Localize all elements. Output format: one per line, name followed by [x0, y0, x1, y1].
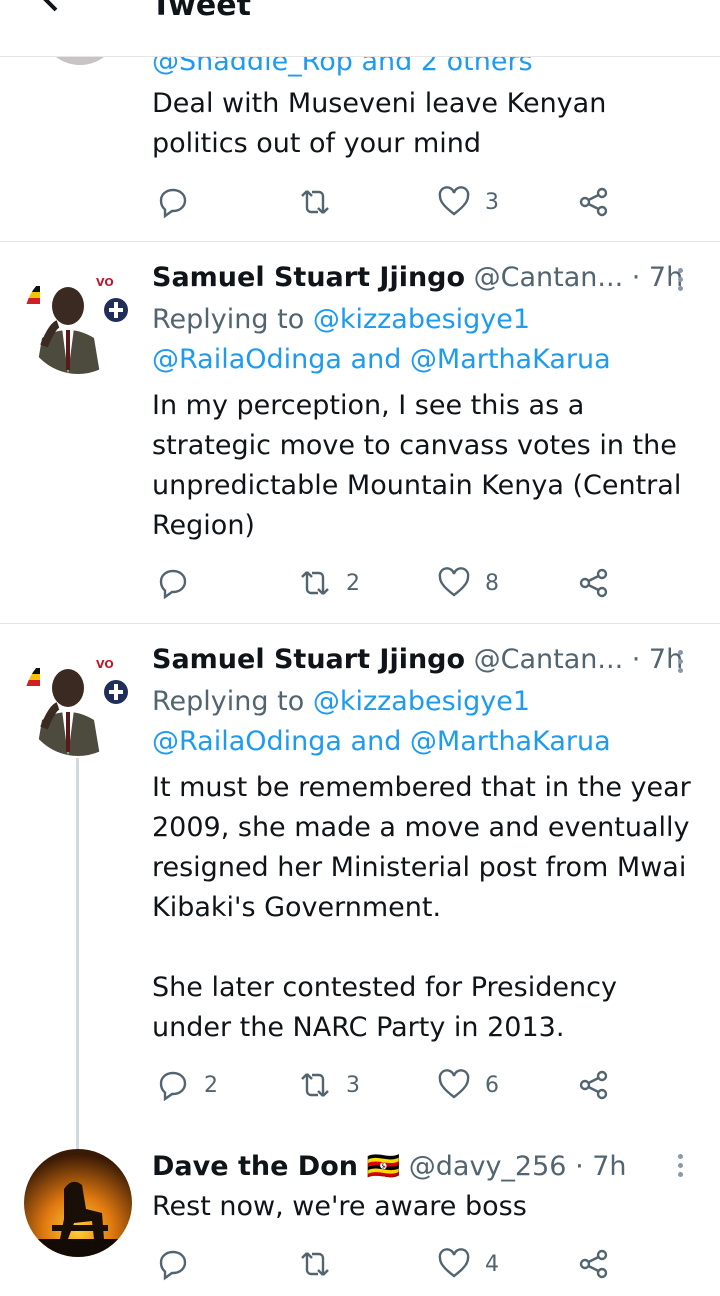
- tweet-text: Rest now, we're aware boss: [152, 1191, 527, 1222]
- page-title: Tweet: [151, 0, 251, 23]
- like-button[interactable]: 6: [437, 1063, 499, 1107]
- handle[interactable]: @davy_256: [409, 1151, 567, 1182]
- reply-icon: [159, 188, 187, 219]
- handle[interactable]: @Cantan...: [474, 262, 624, 293]
- share-button[interactable]: [577, 561, 611, 605]
- tweet-text: resigned her Ministerial post from Mwai: [152, 852, 687, 883]
- tweet-text: unpredictable Mountain Kenya (Central: [152, 470, 682, 501]
- thread-connector: [76, 758, 79, 1150]
- retweet-icon: [301, 1252, 329, 1276]
- share-button[interactable]: [577, 1063, 611, 1107]
- retweet-count: 2: [346, 570, 360, 596]
- like-count: 4: [485, 1251, 499, 1277]
- reply-icon: [159, 1250, 187, 1281]
- reply-icon: [159, 569, 187, 600]
- back-arrow-icon[interactable]: [36, 0, 76, 18]
- heart-icon: [438, 567, 470, 597]
- uganda-flag-icon: 🇺🇬: [366, 1151, 401, 1182]
- more-options-icon[interactable]: [670, 646, 690, 686]
- like-button[interactable]: 4: [437, 1242, 499, 1286]
- share-icon: [579, 568, 608, 598]
- replying-label: Replying to: [152, 686, 313, 717]
- retweet-count: 3: [346, 1072, 360, 1098]
- retweet-button[interactable]: 2: [298, 561, 360, 605]
- like-button[interactable]: 8: [437, 561, 499, 605]
- share-icon: [579, 1070, 608, 1100]
- retweet-button[interactable]: [298, 180, 332, 224]
- heart-icon: [438, 186, 470, 216]
- mention-link[interactable]: @kizzabesigye1: [313, 304, 530, 335]
- tweet-text: politics out of your mind: [152, 128, 481, 159]
- like-count: 3: [485, 189, 499, 215]
- tweet-text: under the NARC Party in 2013.: [152, 1012, 565, 1043]
- tweet-text: strategic move to canvass votes in the: [152, 430, 677, 461]
- svg-text:VO: VO: [96, 658, 114, 671]
- heart-icon: [438, 1069, 470, 1099]
- retweet-icon: [301, 1073, 329, 1097]
- reply-button[interactable]: [156, 180, 190, 224]
- reply-icon: [159, 1071, 187, 1102]
- reply-button[interactable]: [156, 1242, 190, 1286]
- retweet-icon: [301, 571, 329, 595]
- mention-link[interactable]: @RailaOdinga and @MarthaKarua: [152, 340, 611, 380]
- retweet-icon: [301, 190, 329, 214]
- tweet-text: Region): [152, 510, 255, 541]
- divider: [0, 623, 720, 624]
- like-count: 8: [485, 570, 499, 596]
- share-icon: [579, 1249, 608, 1279]
- handle[interactable]: @Cantan...: [474, 644, 624, 675]
- retweet-button[interactable]: [298, 1242, 332, 1286]
- reply-count: 2: [204, 1072, 218, 1098]
- avatar[interactable]: VO: [24, 266, 132, 374]
- avatar[interactable]: VO: [24, 648, 132, 756]
- tweet-text: Kibaki's Government.: [152, 892, 442, 923]
- replying-label: Replying to: [152, 304, 313, 335]
- mention-link[interactable]: @RailaOdinga and @MarthaKarua: [152, 722, 611, 762]
- tweet-text: Deal with Museveni leave Kenyan: [152, 88, 607, 119]
- tweet-text: In my perception, I see this as a: [152, 390, 585, 421]
- reply-button[interactable]: 2: [156, 1063, 218, 1107]
- reply-button[interactable]: [156, 561, 190, 605]
- top-bar: Tweet: [0, 0, 720, 57]
- share-icon: [579, 187, 608, 217]
- more-options-icon[interactable]: [670, 1150, 690, 1190]
- retweet-button[interactable]: 3: [298, 1063, 360, 1107]
- tweet-text: It must be remembered that in the year: [152, 772, 691, 803]
- heart-icon: [438, 1248, 470, 1278]
- timestamp: · 7h: [575, 1151, 627, 1182]
- display-name[interactable]: Samuel Stuart Jjingo: [152, 262, 465, 293]
- share-button[interactable]: [577, 180, 611, 224]
- display-name[interactable]: Dave the Don: [152, 1151, 358, 1182]
- tweet-text: 2009, she made a move and eventually: [152, 812, 690, 843]
- divider: [0, 241, 720, 242]
- display-name[interactable]: Samuel Stuart Jjingo: [152, 644, 465, 675]
- tweet-text: She later contested for Presidency: [152, 972, 617, 1003]
- like-count: 6: [485, 1072, 499, 1098]
- avatar[interactable]: [24, 1149, 132, 1257]
- share-button[interactable]: [577, 1242, 611, 1286]
- more-options-icon[interactable]: [670, 264, 690, 304]
- like-button[interactable]: 3: [437, 180, 499, 224]
- mention-link[interactable]: @kizzabesigye1: [313, 686, 530, 717]
- svg-text:VO: VO: [96, 276, 114, 289]
